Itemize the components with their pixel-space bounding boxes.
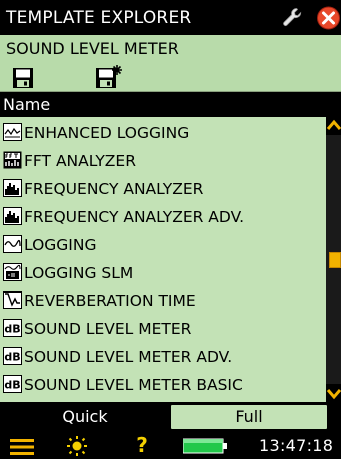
db-icon: dB [3,347,22,365]
svg-text:dB: dB [4,351,20,364]
list-item[interactable]: dB SOUND LEVEL METER [0,315,326,342]
save-new-icon[interactable] [95,64,123,89]
title-bar: TEMPLATE EXPLORER [0,0,341,35]
list-item-label: ENHANCED LOGGING [24,124,190,142]
list-item-label: SOUND LEVEL METER [24,320,192,338]
logging-slm-icon [3,263,22,281]
window-title: TEMPLATE EXPLORER [6,8,192,28]
list-item-label: LOGGING SLM [24,264,134,282]
reverberation-icon [3,291,22,309]
logging-icon [3,235,22,253]
list-scrollbar[interactable] [326,117,341,402]
list-item[interactable]: ENHANCED LOGGING [0,119,326,146]
list-item[interactable]: dB SOUND LEVEL METER BASIC [0,371,326,398]
list-item[interactable]: REVERBERATION TIME [0,287,326,314]
list-item-label: LOGGING [24,236,97,254]
toolbar [0,64,341,92]
svg-text:dB: dB [4,323,20,336]
frequency-bars-icon [3,179,22,197]
list-item-label: FREQUENCY ANALYZER ADV. [24,208,245,226]
scroll-up-icon[interactable] [326,117,341,135]
template-list: ENHANCED LOGGING FFT ANALYZER FREQUENCY … [0,117,326,402]
list-item[interactable]: LOGGING SLM [0,259,326,286]
scroll-down-icon[interactable] [326,384,341,402]
wrench-icon[interactable] [281,6,305,30]
list-item[interactable]: FREQUENCY ANALYZER [0,175,326,202]
list-item[interactable]: LOGGING [0,231,326,258]
scroll-thumb[interactable] [329,251,341,268]
list-item-label: SOUND LEVEL METER ADV. [24,348,233,366]
list-item-label: FREQUENCY ANALYZER [24,180,204,198]
list-item[interactable]: FFT ANALYZER [0,147,326,174]
enhanced-logging-icon [3,123,22,141]
db-icon: dB [3,319,22,337]
close-icon[interactable] [316,6,341,30]
backlight-icon[interactable] [66,435,88,457]
clock: 13:47:18 [259,436,334,455]
help-icon[interactable]: ? [133,433,151,457]
menu-icon[interactable] [10,439,34,455]
list-item[interactable]: FREQUENCY ANALYZER ADV. [0,203,326,230]
svg-text:dB: dB [4,379,20,392]
tab-full[interactable]: Full [170,404,328,430]
save-icon[interactable] [12,67,34,89]
view-tabs: Quick Full [0,402,341,432]
template-name: SOUND LEVEL METER [6,39,179,58]
list-item-label: REVERBERATION TIME [24,292,196,310]
status-bar: ? 13:47:18 [0,432,341,459]
frequency-bars-icon [3,207,22,225]
db-icon: dB [3,375,22,393]
column-header-name: Name [3,95,51,114]
fft-icon [3,151,22,169]
list-item-label: SOUND LEVEL METER BASIC [24,376,243,394]
tab-quick[interactable]: Quick [30,406,140,428]
column-header[interactable]: Name [0,92,341,117]
list-item-label: FFT ANALYZER [24,152,136,170]
subtitle-bar: SOUND LEVEL METER [0,35,341,64]
list-item[interactable]: dB SOUND LEVEL METER ADV. [0,343,326,370]
battery-icon [183,438,227,454]
